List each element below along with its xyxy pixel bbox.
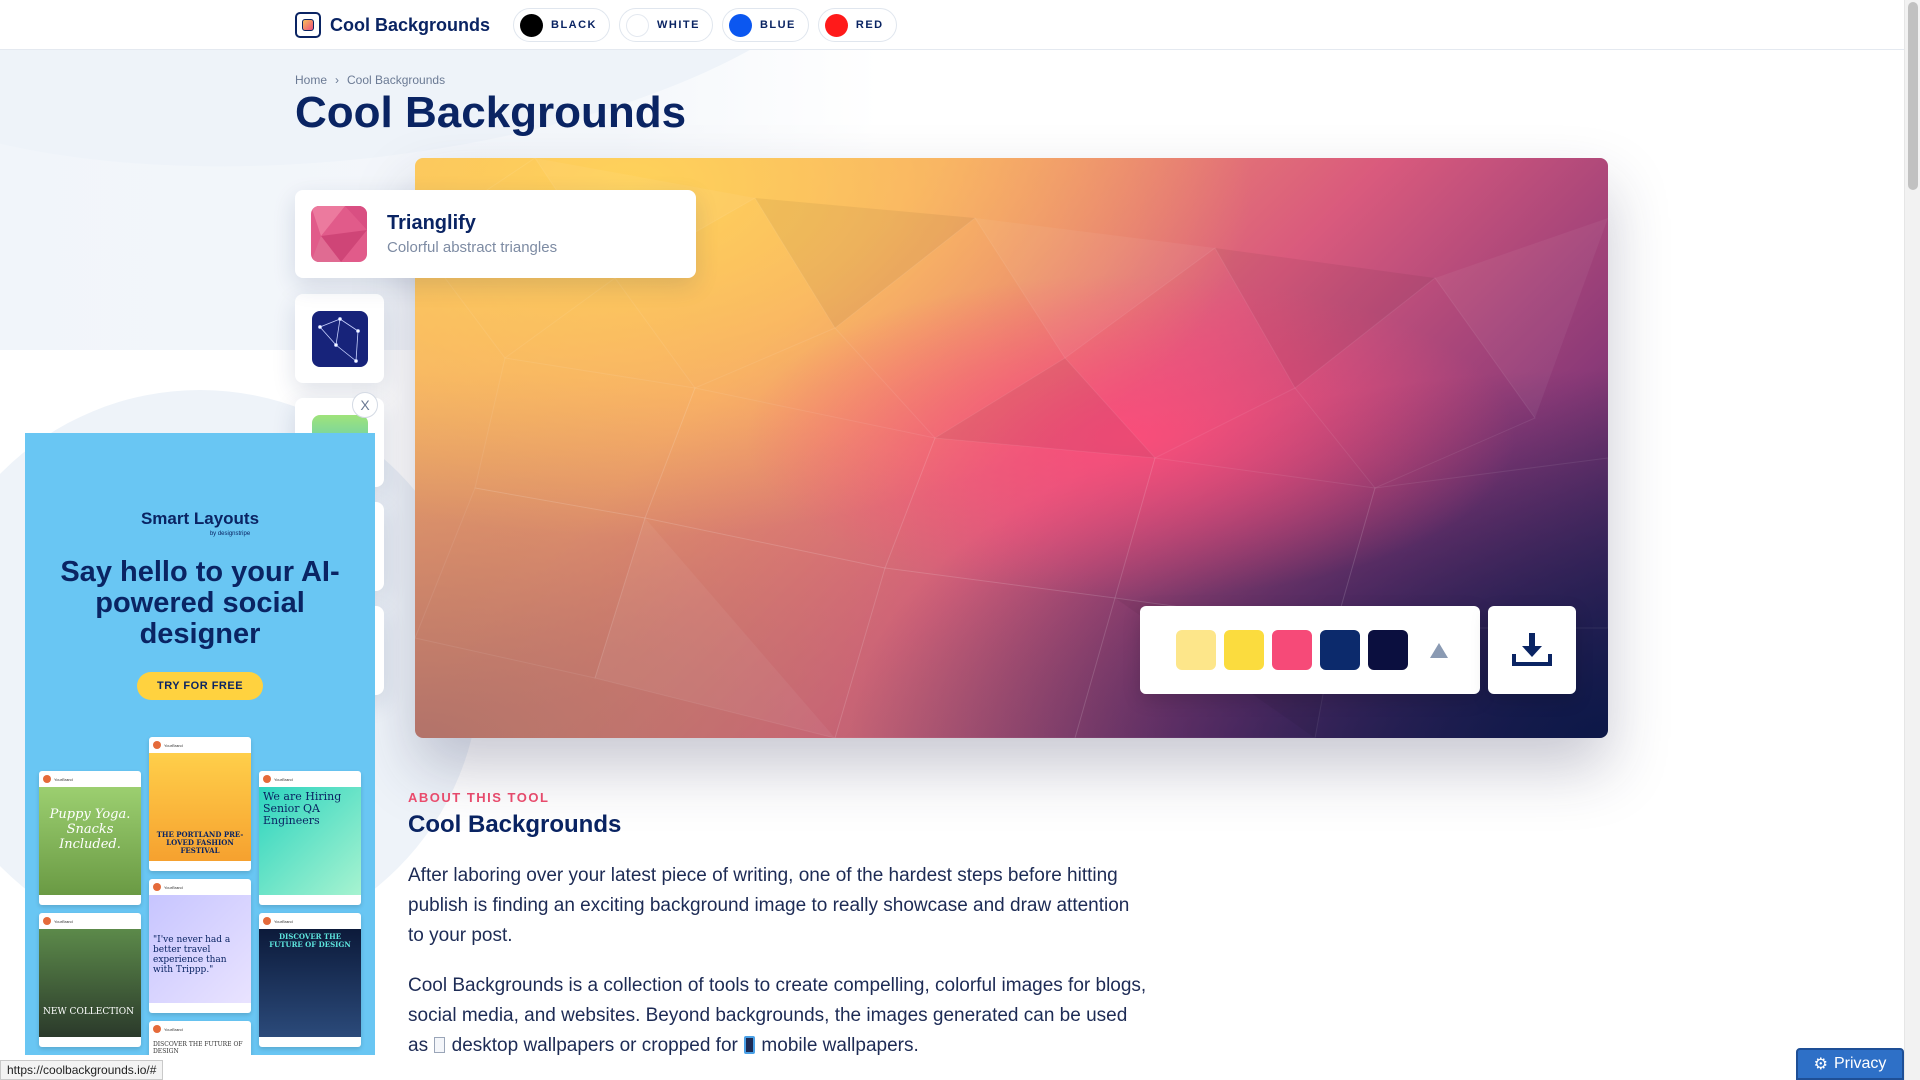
close-icon: X (360, 397, 370, 413)
tool-description: Colorful abstract triangles (387, 239, 558, 256)
color-dot-icon (520, 13, 543, 37)
breadcrumb: Home › Cool Backgrounds (295, 73, 445, 87)
ad-post-card: YourBrand "I've never had a better trave… (149, 879, 251, 1013)
ad-post-card: YourBrand Puppy Yoga. Snacks Included. (39, 771, 141, 905)
privacy-label: Privacy (1833, 1055, 1887, 1072)
ad-post-card: YourBrand DISCOVER THE FUTURE OF DESIGN (259, 913, 361, 1047)
ad-headline: Say hello to your AI-powered social desi… (60, 556, 340, 650)
tool-selector-active[interactable]: Trianglify Colorful abstract triangles (295, 190, 696, 278)
ad-post-text: Puppy Yoga. Snacks Included. (39, 787, 141, 895)
color-filter-red[interactable]: RED (817, 8, 897, 42)
ad-post-text: "I've never had a better travel experien… (149, 895, 251, 1003)
color-filter-blue[interactable]: BLUE (721, 8, 809, 42)
ad-brand-byline: by designstripe (209, 531, 251, 537)
about-text: mobile wallpapers. (756, 1035, 919, 1056)
color-filter-label: RED (855, 19, 884, 31)
breadcrumb-separator: › (335, 73, 340, 87)
palette-swatch[interactable] (1176, 630, 1216, 670)
palette-swatch[interactable] (1272, 630, 1312, 670)
brand-logo-icon (295, 12, 321, 38)
about-section: ABOUT THIS TOOL Cool Backgrounds After l… (408, 790, 1148, 1061)
triangle-icon[interactable] (1430, 642, 1448, 658)
tool-option-constellation[interactable] (295, 294, 384, 383)
page-title: Cool Backgrounds (295, 88, 687, 137)
top-navigation: Cool Backgrounds BLACK WHITE BLUE RED (0, 0, 1904, 50)
ad-brand: Smart Layouts (140, 509, 260, 528)
color-filters: BLACK WHITE BLUE RED (513, 8, 897, 42)
ad-post-card: YourBrand NEW COLLECTION (39, 913, 141, 1047)
palette-swatch[interactable] (1320, 630, 1360, 670)
desktop-icon (434, 1037, 446, 1053)
color-dot-icon (728, 13, 752, 37)
ad-post-text: NEW COLLECTION (39, 929, 141, 1037)
ad-post-card: YourBrand We are Hiring Senior QA Engine… (259, 771, 361, 905)
color-filter-label: WHITE (657, 19, 700, 31)
color-dot-icon (824, 13, 848, 37)
tool-name: Trianglify (387, 212, 476, 234)
palette-swatch[interactable] (1224, 630, 1264, 670)
palette-swatch[interactable] (1368, 630, 1408, 670)
color-filter-white[interactable]: WHITE (619, 8, 713, 42)
brand-link[interactable]: Cool Backgrounds (295, 12, 490, 38)
color-filter-label: BLACK (551, 19, 597, 31)
privacy-button[interactable]: ⚙ Privacy (1796, 1048, 1904, 1080)
color-filter-black[interactable]: BLACK (513, 8, 610, 42)
about-kicker: ABOUT THIS TOOL (408, 790, 550, 805)
color-dot-icon (626, 13, 649, 37)
about-paragraph: Cool Backgrounds is a collection of tool… (408, 971, 1148, 1061)
close-ad-button[interactable]: X (352, 392, 378, 418)
ad-post-text: DISCOVER THE FUTURE OF DESIGN (149, 1037, 251, 1055)
ad-post-text: THE PORTLAND PRE-LOVED FASHION FESTIVAL (149, 753, 251, 861)
ad-post-text: DISCOVER THE FUTURE OF DESIGN (259, 929, 361, 1037)
color-filter-label: BLUE (759, 19, 796, 31)
status-bar-url: https://coolbackgrounds.io/# (0, 1060, 164, 1080)
download-button[interactable] (1488, 606, 1576, 694)
about-title: Cool Backgrounds (408, 811, 622, 838)
about-paragraph: After laboring over your latest piece of… (408, 865, 1130, 946)
breadcrumb-current[interactable]: Cool Backgrounds (347, 73, 445, 87)
mobile-phone-icon (744, 1036, 756, 1054)
scrollbar-thumb[interactable] (1908, 2, 1918, 190)
page-scrollbar[interactable] (1904, 0, 1920, 1080)
ad-post-card: YourBrand DISCOVER THE FUTURE OF DESIGN (149, 1021, 251, 1055)
constellation-thumbnail (311, 310, 368, 367)
ad-post-card: YourBrand THE PORTLAND PRE-LOVED FASHION… (149, 737, 251, 871)
download-icon (1512, 633, 1552, 666)
trianglify-thumbnail (311, 206, 367, 262)
color-palette (1140, 606, 1480, 694)
advertisement[interactable]: Smart Layouts by designstripe Say hello … (25, 433, 375, 1055)
breadcrumb-home-link[interactable]: Home (295, 73, 327, 87)
ad-post-text: We are Hiring Senior QA Engineers (259, 787, 361, 895)
gear-icon: ⚙ (1813, 1056, 1828, 1073)
brand-name: Cool Backgrounds (330, 14, 491, 35)
about-text: desktop wallpapers or cropped for (446, 1035, 744, 1056)
ad-cta-button[interactable]: TRY FOR FREE (136, 672, 264, 700)
